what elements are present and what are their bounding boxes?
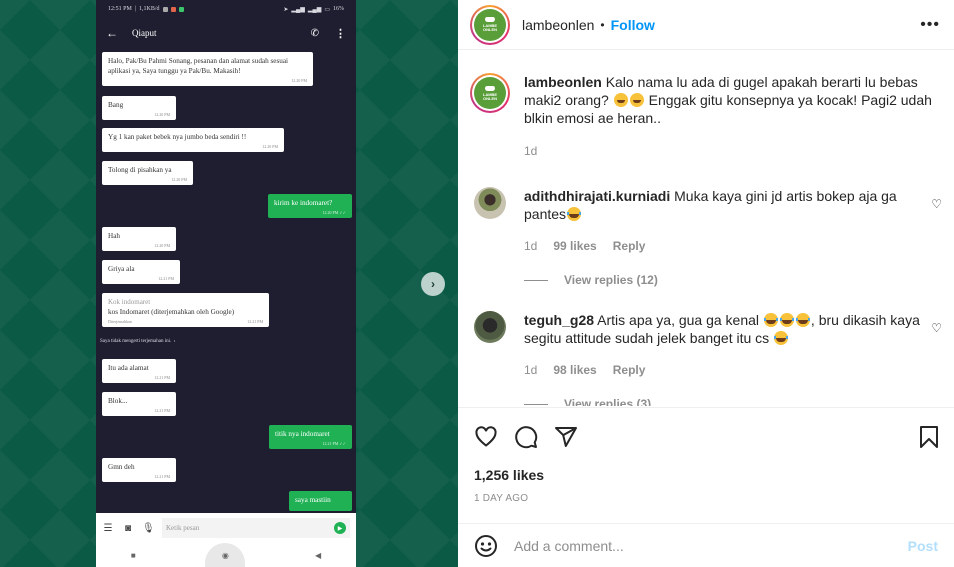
more-options-icon[interactable]: ••• (920, 16, 940, 34)
comment-item: teguh_g28 Artis apa ya, gua ga kenal , b… (470, 311, 942, 379)
android-nav-bar: ■ ◉ ◀ (96, 543, 356, 567)
view-replies-button[interactable]: View replies (3) (524, 397, 651, 406)
microphone-icon: 🎙︎ (142, 522, 155, 534)
chat-message-input: Ketik pesan ▶ (162, 518, 350, 538)
commenter-username[interactable]: teguh_g28 (524, 312, 594, 328)
commenter-username[interactable]: adithdhirajati.kurniadi (524, 188, 670, 204)
chevron-right-icon: › (431, 277, 435, 291)
back-arrow-icon: ← (106, 25, 118, 40)
chat-message-in: Griya ala 12.21 PM (102, 260, 180, 284)
laughing-tears-emoji-icon (795, 313, 810, 327)
lips-icon (485, 85, 495, 91)
crying-face-emoji-icon (613, 93, 628, 107)
lambeonlen-logo: LAMBE ONLEN (474, 77, 506, 109)
chat-message-in: Halo, Pak/Bu Pahmi Sonang, pesanan dan a… (102, 52, 313, 86)
read-check-icon: ✓✓ (339, 441, 346, 446)
lambeonlen-logo: LAMBE ONLEN (474, 8, 506, 41)
menu-icon: ☰ (103, 522, 113, 534)
commenter-avatar[interactable] (474, 311, 506, 343)
battery-level: 16% (333, 6, 344, 12)
location-icon: ➤ (283, 6, 289, 13)
caption-avatar[interactable]: LAMBE ONLEN (470, 73, 510, 113)
comment-item: adithdhirajati.kurniadi Muka kaya gini j… (470, 187, 942, 255)
crying-face-emoji-icon (629, 93, 644, 107)
reply-button[interactable]: Reply (613, 361, 646, 379)
author-avatar[interactable]: LAMBE ONLEN (470, 4, 510, 45)
post-header: LAMBE ONLEN lambeonlen • Follow ••• (458, 0, 954, 50)
laughing-tears-emoji-icon (779, 313, 794, 327)
chat-message-in: Itu ada alamat 12.21 PM (102, 359, 176, 383)
laughing-tears-emoji-icon (567, 207, 582, 221)
app-notification-icon (170, 6, 176, 12)
chat-message-in: Yg 1 kan paket bebek nya jumbo beda send… (102, 128, 284, 152)
post-comment-button[interactable]: Post (908, 538, 938, 554)
comment-bubble-icon[interactable] (514, 425, 538, 449)
commenter-avatar[interactable] (474, 187, 506, 219)
chat-message-in: Bang 12.20 PM (102, 96, 176, 120)
emoji-smiley-icon[interactable] (474, 534, 498, 558)
lips-icon (485, 17, 495, 22)
like-comment-heart-icon[interactable]: ♡ (931, 321, 942, 335)
save-bookmark-icon[interactable] (918, 425, 940, 449)
chat-message-in: Tolong di pisahkan ya 12.20 PM (102, 161, 193, 185)
post-likes-count[interactable]: 1,256 likes (474, 467, 544, 483)
chat-header: ← Qiaput ✆ ⋮ (96, 18, 356, 48)
laughing-tears-emoji-icon (774, 331, 789, 345)
send-icon: ▶ (334, 522, 346, 534)
chat-contact-name: Qiaput (132, 28, 157, 38)
add-comment-bar: Post (458, 523, 954, 567)
caption-time[interactable]: 1d (524, 142, 537, 160)
share-paper-plane-icon[interactable] (554, 425, 578, 449)
caption-username[interactable]: lambeonlen (524, 74, 602, 90)
post-actions: 1,256 likes 1 DAY AGO (458, 407, 954, 523)
comment-likes[interactable]: 99 likes (553, 237, 596, 255)
status-speed: 1,1KB/d (139, 6, 160, 12)
chat-message-in: Gmn deh 12.21 PM (102, 458, 176, 482)
comment-likes[interactable]: 98 likes (553, 361, 596, 379)
reply-button[interactable]: Reply (613, 237, 646, 255)
chat-message-out: saya mastiin (289, 491, 352, 511)
signal-icon: ▂▄▆ (307, 6, 322, 13)
chat-composer: ☰ ◙ 🎙︎ Ketik pesan ▶ (96, 513, 356, 543)
post-media: 12:51 PM | 1,1KB/d ➤ ▂▄▆ ▂▄▆ ▭ 16% ← Qia… (0, 0, 458, 567)
translation-feedback-link: Saya tidak mengerti terjemahan ini. › (100, 339, 176, 344)
post-caption: LAMBE ONLEN lambeonlen Kalo nama lu ada … (470, 73, 942, 160)
laughing-tears-emoji-icon (763, 313, 778, 327)
nav-back-icon: ◀ (314, 550, 322, 560)
chat-message-translated: Kok indomaret kos Indomaret (diterjemahk… (102, 293, 269, 327)
battery-icon: ▭ (324, 6, 330, 13)
chat-message-out: titik nya indomaret 12.21 PM ✓✓ (269, 425, 352, 449)
chat-message-in: Hah 12.20 PM (102, 227, 176, 251)
camera-icon: ◙ (124, 522, 132, 534)
author-username[interactable]: lambeonlen (522, 17, 594, 33)
comment-input[interactable] (514, 537, 908, 554)
chevron-right-icon: › (173, 339, 176, 344)
status-time: 12:51 PM (108, 6, 132, 12)
like-heart-icon[interactable] (474, 425, 498, 449)
read-check-icon: ✓✓ (339, 210, 346, 215)
view-replies-button[interactable]: View replies (12) (524, 273, 658, 287)
recent-apps-icon: ■ (130, 550, 136, 560)
chat-message-out: kirim ke indomaret? 12.20 PM ✓✓ (268, 194, 352, 218)
phone-status-bar: 12:51 PM | 1,1KB/d ➤ ▂▄▆ ▂▄▆ ▭ 16% (108, 6, 344, 13)
comment-time[interactable]: 1d (524, 361, 537, 379)
shield-icon (162, 6, 168, 12)
comment-time[interactable]: 1d (524, 237, 537, 255)
post-sidebar: LAMBE ONLEN lambeonlen • Follow ••• LAMB… (458, 0, 954, 567)
next-media-button[interactable]: › (421, 272, 445, 296)
post-timestamp[interactable]: 1 DAY AGO (474, 493, 528, 504)
chat-messages: Halo, Pak/Bu Pahmi Sonang, pesanan dan a… (96, 48, 356, 513)
phone-call-icon: ✆ (310, 27, 319, 39)
follow-button[interactable]: Follow (611, 17, 655, 33)
chat-message-in: Blok... 12.21 PM (102, 392, 176, 416)
signal-icon: ▂▄▆ (291, 6, 305, 13)
app-notification-icon (178, 6, 184, 12)
home-icon: ◉ (205, 543, 246, 567)
phone-screenshot: 12:51 PM | 1,1KB/d ➤ ▂▄▆ ▂▄▆ ▭ 16% ← Qia… (96, 0, 356, 567)
comments-list[interactable]: LAMBE ONLEN lambeonlen Kalo nama lu ada … (458, 51, 954, 406)
like-comment-heart-icon[interactable]: ♡ (931, 197, 942, 211)
more-vert-icon: ⋮ (335, 27, 346, 40)
